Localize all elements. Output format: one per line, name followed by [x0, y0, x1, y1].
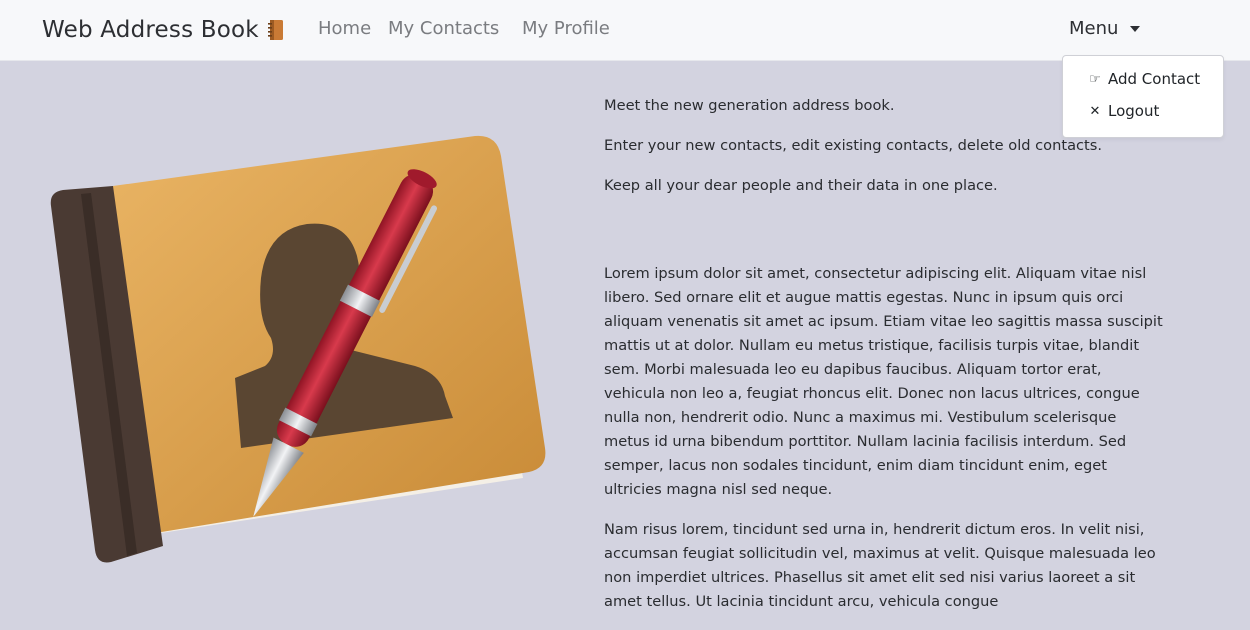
brand-title[interactable]: Web Address Book — [42, 17, 259, 43]
intro-paragraph: Enter your new contacts, edit existing c… — [604, 137, 1103, 154]
dropdown-item-add-contact[interactable]: ☞ Add Contact — [1087, 70, 1200, 88]
caret-down-icon — [1130, 25, 1141, 32]
main-content: Meet the new generation address book. En… — [604, 94, 1164, 630]
nav-link-home[interactable]: Home — [318, 18, 371, 39]
intro-paragraph: Meet the new generation address book. — [604, 97, 895, 114]
intro-paragraph: Keep all your dear people and their data… — [604, 177, 998, 194]
nav-link-my-profile[interactable]: My Profile — [522, 18, 610, 39]
nav-link-my-contacts[interactable]: My Contacts — [388, 18, 499, 39]
dropdown-item-label: Add Contact — [1108, 70, 1201, 88]
address-book-illustration — [45, 128, 555, 588]
menu-dropdown-toggle[interactable]: Menu — [1069, 18, 1141, 39]
navbar: Web Address Book Home My Contacts My Pro… — [0, 0, 1250, 61]
notebook-icon — [267, 19, 284, 41]
brand[interactable]: Web Address Book — [42, 13, 284, 47]
body-paragraph: Nam risus lorem, tincidunt sed urna in, … — [604, 521, 1156, 610]
pointing-hand-icon: ☞ — [1089, 71, 1101, 87]
menu-label: Menu — [1069, 18, 1119, 39]
body-paragraph: Lorem ipsum dolor sit amet, consectetur … — [604, 265, 1163, 498]
